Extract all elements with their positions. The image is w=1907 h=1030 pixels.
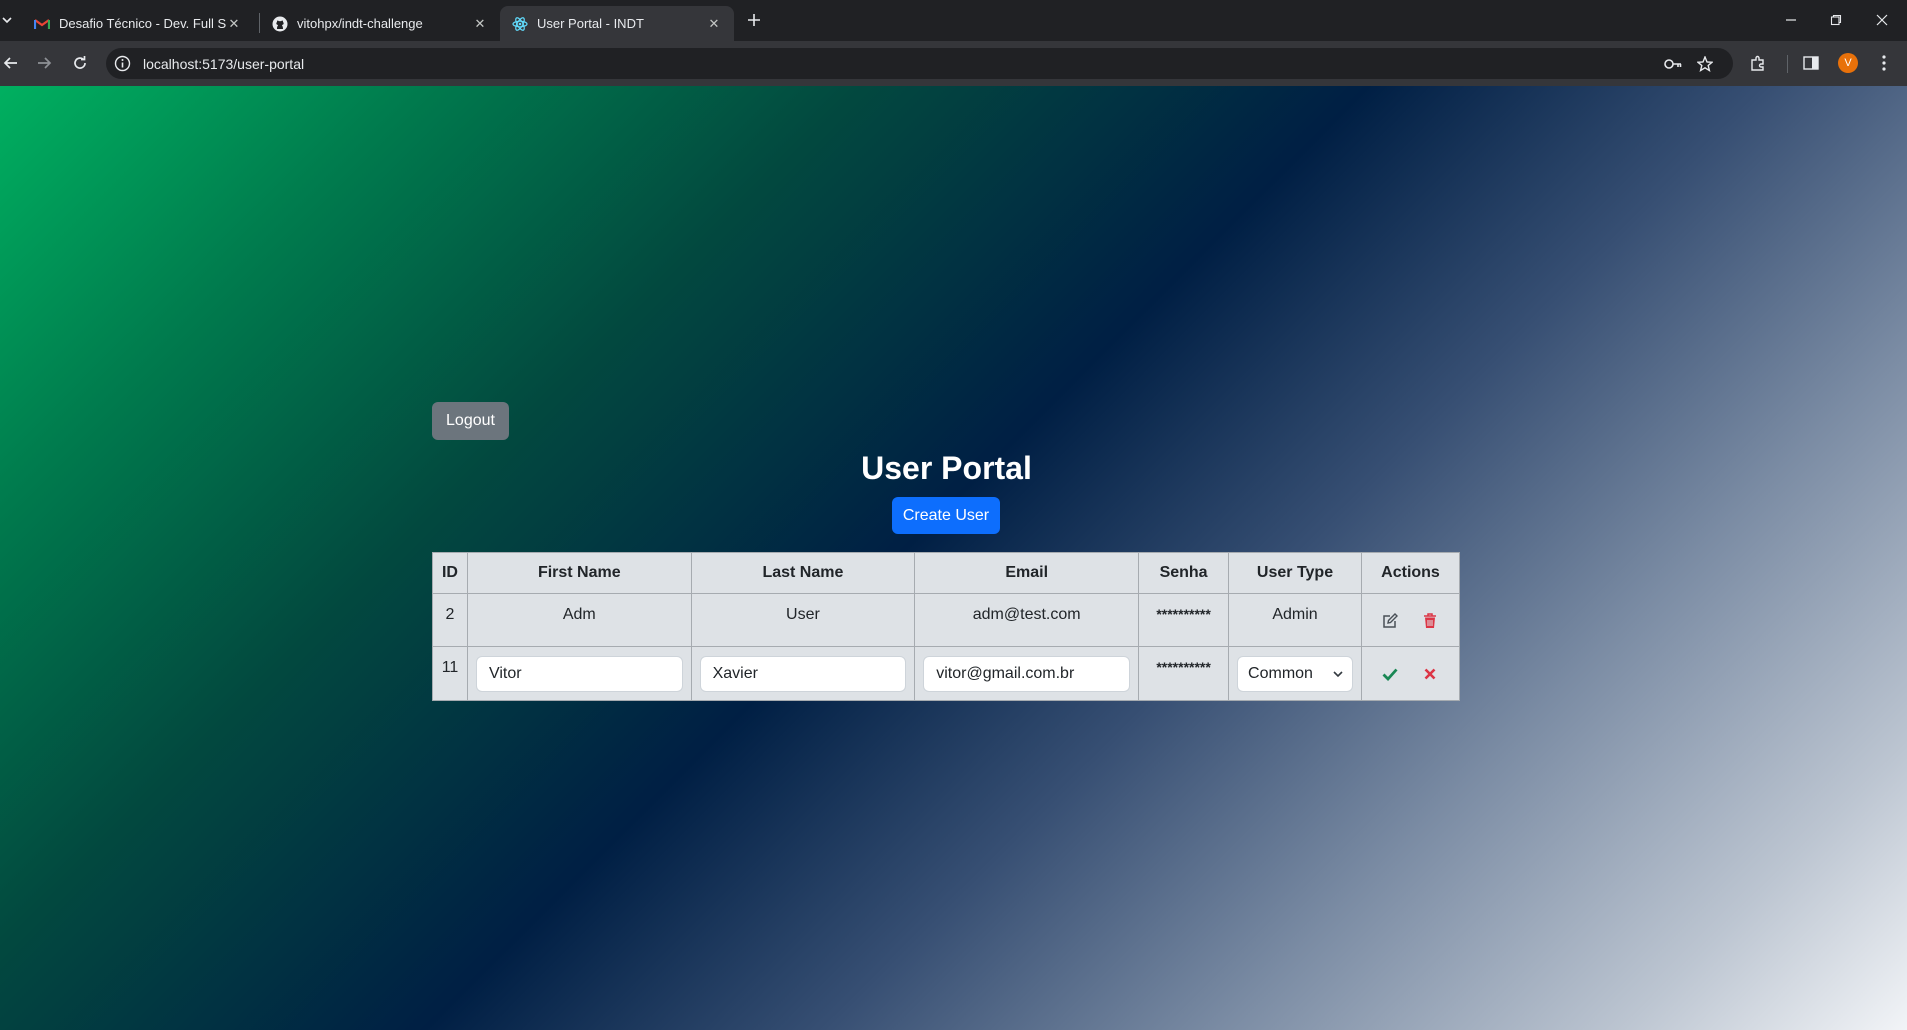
tab-title: Desafio Técnico - Dev. Full Stack [59, 16, 226, 31]
cell-last-name: Xavier [690, 646, 916, 701]
cell-user-type: Admin [1228, 593, 1362, 647]
arrow-right-icon [38, 57, 52, 69]
react-icon [512, 16, 528, 32]
cancel-x-icon[interactable] [1421, 665, 1439, 683]
bookmark-star-icon[interactable] [1696, 55, 1714, 73]
url-text: localhost:5173/user-portal [143, 56, 305, 72]
arrow-left-icon [3, 57, 17, 69]
cell-last-name: User [690, 593, 916, 647]
side-panel-icon[interactable] [1801, 53, 1821, 73]
close-icon[interactable]: ✕ [472, 16, 488, 32]
tab-user-portal[interactable]: User Portal - INDT ✕ [500, 6, 734, 41]
column-header-actions: Actions [1360, 552, 1461, 594]
cell-id: 2 [432, 593, 468, 647]
minimize-icon [1786, 19, 1796, 21]
user-type-select-value: Common [1248, 664, 1313, 682]
plus-icon [748, 14, 760, 26]
profile-avatar[interactable]: V [1838, 53, 1858, 73]
reload-icon [74, 56, 86, 69]
table-row: 2 Adm User adm@test.com ********** Admin [432, 593, 1461, 647]
tab-gmail[interactable]: Desafio Técnico - Dev. Full Stack ✕ [22, 6, 254, 41]
cell-actions [1360, 646, 1461, 701]
create-user-button[interactable]: Create User [892, 497, 1000, 534]
page-title: User Portal [861, 450, 1032, 486]
edit-icon[interactable] [1381, 612, 1399, 630]
column-header-email: Email [914, 552, 1140, 594]
cell-email: vitor@gmail.com.br [914, 646, 1140, 701]
page-viewport: Logout User Portal Create User ID First … [0, 86, 1907, 1030]
back-button[interactable] [0, 52, 22, 74]
cell-id: 11 [432, 646, 468, 701]
column-header-password: Senha [1138, 552, 1230, 594]
more-menu-icon[interactable] [1874, 53, 1894, 73]
cell-password: ********** [1138, 646, 1230, 701]
close-icon [1876, 14, 1888, 26]
restore-icon [1830, 14, 1842, 26]
minimize-button[interactable] [1781, 10, 1801, 30]
users-table: ID First Name Last Name Email Senha User… [432, 552, 1461, 701]
tab-title: User Portal - INDT [537, 16, 644, 31]
column-header-user-type: User Type [1228, 552, 1362, 594]
tab-title: vitohpx/indt-challenge [297, 16, 423, 31]
toolbar-divider [1787, 55, 1788, 73]
logout-button[interactable]: Logout [432, 402, 509, 440]
save-check-icon[interactable] [1381, 665, 1399, 683]
tab-search-button[interactable] [0, 8, 14, 32]
cell-user-type: Common [1228, 646, 1362, 701]
cell-first-name: Adm [466, 593, 692, 647]
close-icon[interactable]: ✕ [706, 16, 722, 32]
forward-button[interactable] [33, 52, 55, 74]
column-header-last-name: Last Name [690, 552, 916, 594]
window-close-button[interactable] [1872, 10, 1892, 30]
table-header-row: ID First Name Last Name Email Senha User… [432, 552, 1461, 594]
cell-password: ********** [1138, 593, 1230, 647]
chevron-down-icon [1333, 670, 1343, 677]
github-icon [272, 16, 288, 32]
browser-toolbar: localhost:5173/user-portal V [0, 41, 1907, 86]
cell-email: adm@test.com [914, 593, 1140, 647]
tab-github[interactable]: vitohpx/indt-challenge ✕ [260, 6, 500, 41]
restore-button[interactable] [1826, 10, 1846, 30]
gmail-icon [34, 16, 50, 32]
password-key-icon[interactable] [1664, 55, 1682, 73]
column-header-id: ID [432, 552, 468, 594]
first-name-input[interactable]: Vitor [475, 655, 683, 692]
trash-icon[interactable] [1421, 612, 1439, 630]
reload-button[interactable] [69, 52, 91, 74]
info-icon[interactable] [114, 55, 131, 72]
user-type-select[interactable]: Common [1237, 655, 1353, 692]
chevron-down-icon [2, 17, 12, 24]
cell-first-name: Vitor [466, 646, 692, 701]
extensions-icon[interactable] [1748, 53, 1768, 73]
last-name-input[interactable]: Xavier [699, 655, 907, 692]
email-input[interactable]: vitor@gmail.com.br [923, 655, 1131, 692]
new-tab-button[interactable] [744, 10, 764, 30]
browser-tab-strip: Desafio Técnico - Dev. Full Stack ✕ vito… [0, 0, 1907, 41]
table-row-editing: 11 Vitor Xavier vitor@gmail.com.br *****… [432, 646, 1461, 701]
close-icon[interactable]: ✕ [226, 16, 242, 32]
cell-actions [1360, 593, 1461, 647]
column-header-first-name: First Name [466, 552, 692, 594]
address-bar[interactable]: localhost:5173/user-portal [106, 48, 1733, 79]
